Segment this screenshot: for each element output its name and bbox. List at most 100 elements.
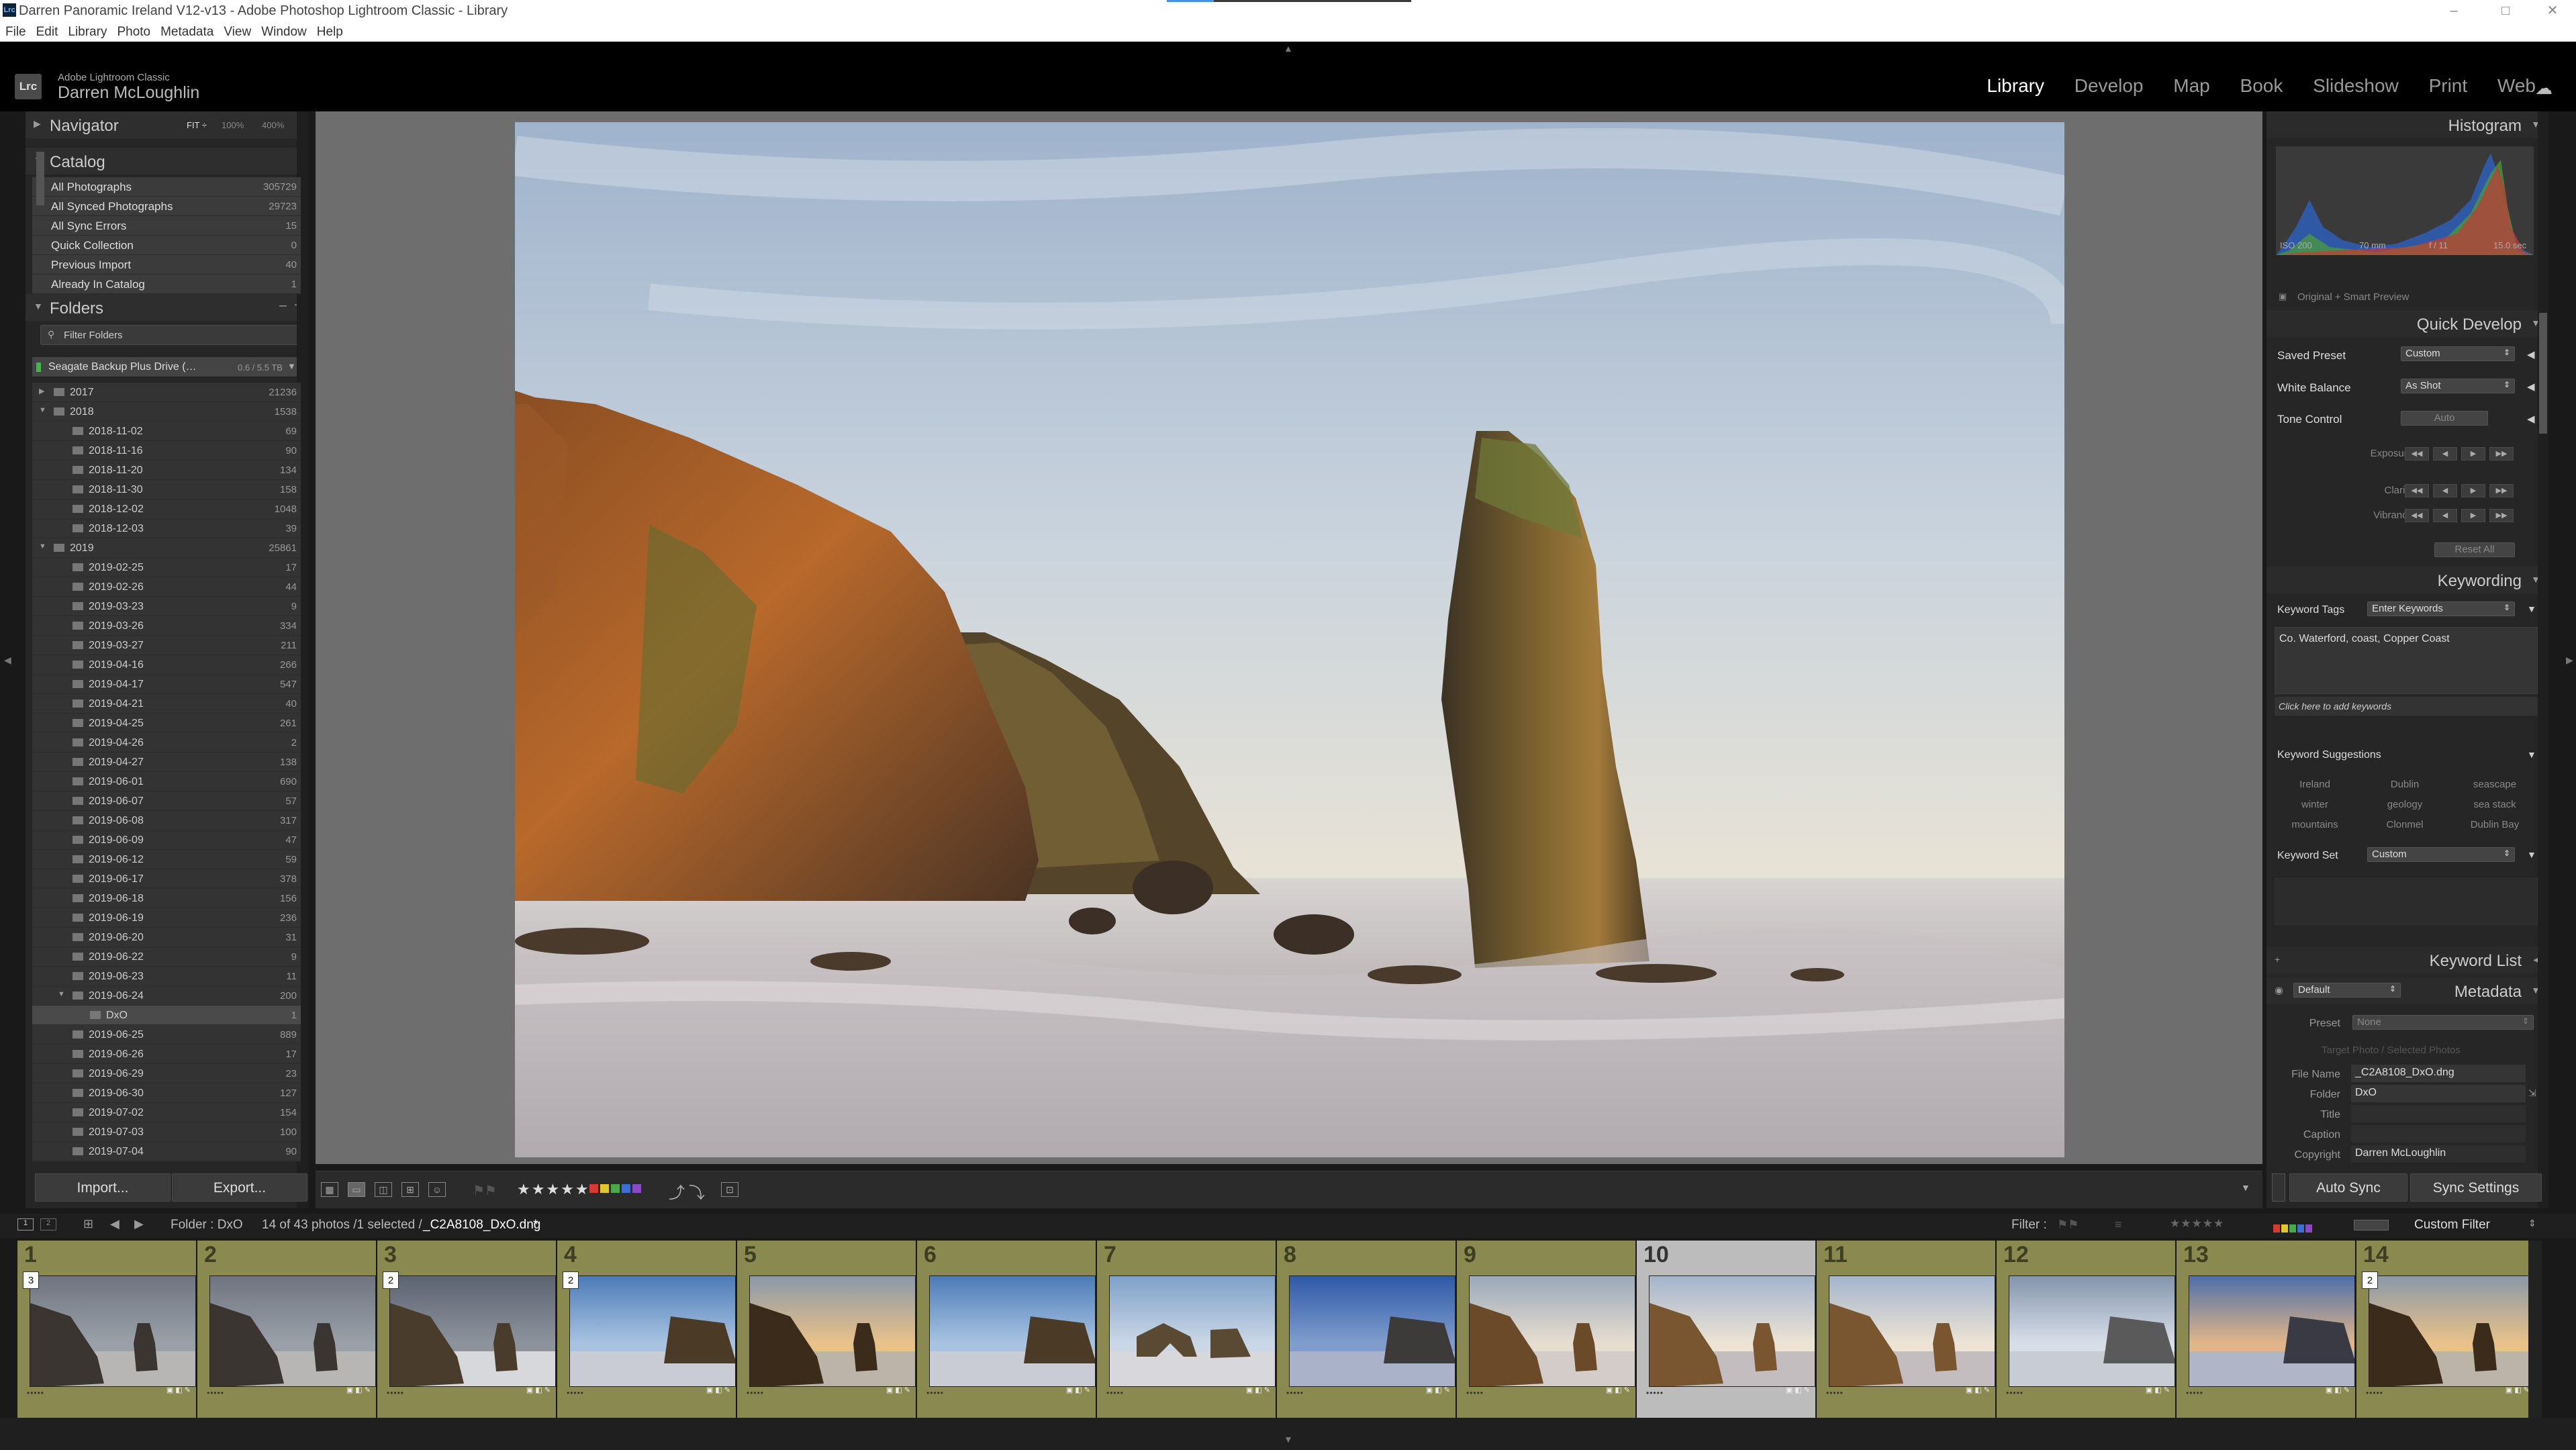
folder-item[interactable]: 2019-06-12 59 — [32, 850, 301, 869]
folder-item[interactable]: ▼ 2019 25861 — [32, 538, 301, 558]
folder-item[interactable]: 2019-06-07 57 — [32, 791, 301, 811]
folder-item[interactable]: 2019-04-26 2 — [32, 733, 301, 753]
module-develop[interactable]: Develop — [2074, 75, 2144, 96]
collapse-top-panel-icon[interactable]: ▲ — [1284, 43, 1293, 54]
folder-item[interactable]: ▼ 2019-06-24 200 — [32, 986, 301, 1006]
catalog-item[interactable]: Quick Collection 0 — [32, 236, 301, 255]
yellow-label-icon[interactable] — [600, 1184, 609, 1193]
filmstrip-cell[interactable]: 1 3 ••••• ▣ ◧ ✎ — [17, 1241, 196, 1418]
module-print[interactable]: Print — [2429, 75, 2468, 96]
flag-icons[interactable]: ⚑⚑ — [473, 1182, 497, 1199]
photo-thumbnail[interactable] — [1289, 1275, 1456, 1387]
keywording-header[interactable]: Keywording ▼ — [2267, 567, 2548, 593]
filmstrip-cell[interactable]: 12 ••••• ▣ ◧ ✎ — [1997, 1241, 2175, 1418]
folder-item[interactable]: 2019-06-20 31 — [32, 928, 301, 947]
filter-colors[interactable] — [2273, 1222, 2312, 1237]
red-label-icon[interactable] — [589, 1184, 598, 1193]
module-slideshow[interactable]: Slideshow — [2313, 75, 2399, 96]
folder-item[interactable]: 2019-06-22 9 — [32, 947, 301, 967]
catalog-header[interactable]: ▼ Catalog — [26, 148, 309, 175]
filter-yellow-icon[interactable] — [2281, 1224, 2288, 1232]
folder-item[interactable]: 2019-06-19 236 — [32, 908, 301, 928]
filter-edits-icon[interactable]: ≡ — [2115, 1218, 2122, 1232]
white-balance-expand-icon[interactable]: ◀ — [2527, 381, 2535, 393]
keyword-suggestion[interactable]: geology — [2365, 799, 2445, 810]
module-map[interactable]: Map — [2173, 75, 2209, 96]
reset-all-button[interactable]: Reset All — [2434, 542, 2515, 557]
expand-triangle-icon[interactable]: ▼ — [39, 406, 46, 414]
saved-preset-expand-icon[interactable]: ◀ — [2527, 348, 2535, 360]
keyword-tags-mode-select[interactable]: Enter Keywords ⇕ — [2367, 601, 2515, 616]
white-balance-select[interactable]: As Shot ⇕ — [2401, 379, 2515, 393]
caption-field[interactable] — [2351, 1125, 2526, 1143]
thumbnail-badge-icons[interactable]: ▣ ◧ ✎ — [1786, 1386, 1810, 1394]
keyword-suggestion[interactable]: Dublin Bay — [2454, 819, 2535, 830]
filmstrip-cell[interactable]: 5 ••••• ▣ ◧ ✎ — [737, 1241, 916, 1418]
thumbnail-badge-icons[interactable]: ▣ ◧ ✎ — [346, 1386, 371, 1394]
filmstrip-cell[interactable]: 6 ••••• ▣ ◧ ✎ — [917, 1241, 1096, 1418]
keyword-tags-expand-icon[interactable]: ▼ — [2527, 603, 2536, 614]
keyword-suggestion[interactable]: seascape — [2454, 779, 2535, 790]
metadata-view-select[interactable]: Default ⇕ — [2293, 983, 2401, 998]
catalog-item[interactable]: All Synced Photographs 29723 — [32, 197, 301, 216]
clarity-decrease-large[interactable]: ◀◀ — [2405, 484, 2429, 497]
catalog-item[interactable]: All Photographs 305729 — [32, 177, 301, 197]
volume-header[interactable]: Seagate Backup Plus Drive (… 0.6 / 5.5 T… — [32, 357, 301, 377]
thumbnail-badge-icons[interactable]: ▣ ◧ ✎ — [706, 1386, 730, 1394]
filter-flags-icon[interactable]: ⚑⚑ — [2057, 1218, 2079, 1232]
thumbnail-badge-icons[interactable]: ▣ ◧ ✎ — [886, 1386, 910, 1394]
folder-item[interactable]: 2019-02-26 44 — [32, 577, 301, 597]
exposure-increase-large[interactable]: ▶▶ — [2489, 447, 2514, 461]
file-name-field[interactable]: _C2A8108_DxO.dng — [2351, 1065, 2526, 1082]
custom-filter-select[interactable]: Custom Filter — [2414, 1218, 2490, 1232]
folder-item[interactable]: 2019-04-17 547 — [32, 675, 301, 694]
collapse-triangle-icon[interactable]: ▶ — [39, 387, 44, 395]
filmstrip-source[interactable]: Folder : DxO — [171, 1218, 243, 1232]
stack-count-badge[interactable]: 2 — [383, 1271, 399, 1289]
filter-purple-icon[interactable] — [2305, 1224, 2312, 1232]
grid-icon[interactable]: ⊞ — [83, 1217, 93, 1231]
filter-green-icon[interactable] — [2289, 1224, 2296, 1232]
keyword-suggestion[interactable]: Clonmel — [2365, 819, 2445, 830]
filter-folders-field[interactable]: ⚲ Filter Folders — [40, 325, 299, 345]
main-photo[interactable] — [515, 122, 2064, 1157]
folder-item[interactable]: 2019-06-30 127 — [32, 1083, 301, 1103]
filmstrip-cell[interactable]: 4 2 ••••• ▣ ◧ ✎ — [557, 1241, 736, 1418]
export-button[interactable]: Export... — [172, 1173, 307, 1202]
folder-item[interactable]: 2018-11-16 90 — [32, 441, 301, 461]
menu-window[interactable]: Window — [256, 23, 312, 40]
folder-item[interactable]: 2019-03-23 9 — [32, 597, 301, 616]
keyword-suggestion[interactable]: mountains — [2275, 819, 2355, 830]
module-book[interactable]: Book — [2240, 75, 2283, 96]
stack-count-badge[interactable]: 3 — [23, 1271, 39, 1289]
folder-item[interactable]: 2018-11-20 134 — [32, 461, 301, 480]
right-panel-scroll-thumb[interactable] — [2539, 313, 2547, 434]
photo-thumbnail[interactable] — [2189, 1275, 2355, 1387]
module-library[interactable]: Library — [1987, 75, 2044, 96]
toolbar-menu-icon[interactable]: ▼ — [2241, 1182, 2250, 1193]
survey-view-icon[interactable]: ⊞ — [401, 1182, 419, 1197]
clarity-increase-small[interactable]: ▶ — [2461, 484, 2485, 497]
histogram-graph[interactable]: ISO 200 70 mm f / 11 15.0 sec — [2276, 146, 2534, 255]
forward-arrow-icon[interactable]: ▶ — [134, 1217, 144, 1231]
add-keyword-icon[interactable]: + — [2275, 954, 2280, 965]
back-arrow-icon[interactable]: ◀ — [110, 1217, 120, 1231]
thumbnail-badge-icons[interactable]: ▣ ◧ ✎ — [1246, 1386, 1270, 1394]
keyword-set-toggle-icon[interactable]: ▼ — [2527, 849, 2536, 860]
photo-thumbnail[interactable] — [2009, 1275, 2175, 1387]
keyword-tags-field[interactable]: Co. Waterford, coast, Copper Coast — [2275, 627, 2538, 694]
filter-stars[interactable]: ★★★★★ — [2170, 1217, 2224, 1230]
folder-item[interactable]: 2019-04-21 40 — [32, 694, 301, 714]
folder-item[interactable]: 2018-11-30 158 — [32, 480, 301, 499]
loupe-view-icon[interactable]: ▭ — [348, 1182, 365, 1197]
filmstrip-cell[interactable]: 14 2 ••••• ▣ ◧ ✎ — [2356, 1241, 2535, 1418]
stack-count-badge[interactable]: 2 — [563, 1271, 579, 1289]
filmstrip-cell[interactable]: 3 2 ••••• ▣ ◧ ✎ — [377, 1241, 556, 1418]
page-1-button[interactable]: 1 — [17, 1218, 34, 1230]
folder-item[interactable]: 2019-06-18 156 — [32, 889, 301, 908]
menu-photo[interactable]: Photo — [111, 23, 155, 40]
grid-view-icon[interactable]: ▦ — [321, 1182, 338, 1197]
filmstrip-cell[interactable]: 9 ••••• ▣ ◧ ✎ — [1457, 1241, 1635, 1418]
zoom-100[interactable]: 100% — [222, 120, 244, 130]
left-panel-scroll-thumb[interactable] — [36, 152, 44, 205]
